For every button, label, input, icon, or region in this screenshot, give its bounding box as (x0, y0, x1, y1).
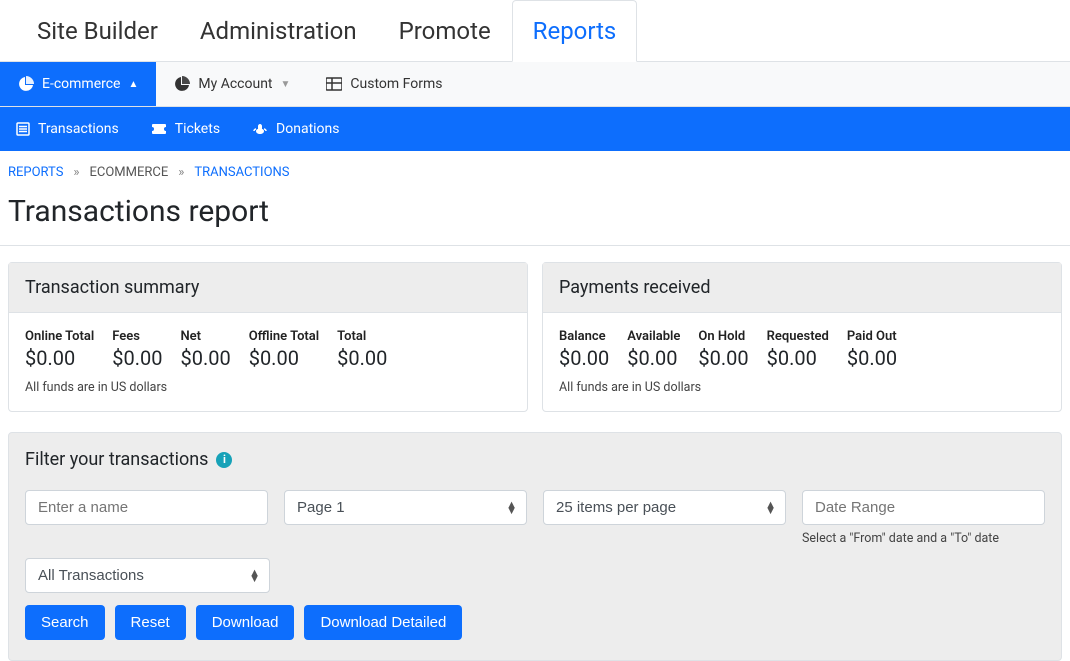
subnav2-donations[interactable]: Donations (236, 107, 355, 151)
breadcrumb: REPORTS » ECOMMERCE » TRANSACTIONS (0, 151, 1070, 188)
currency-note: All funds are in US dollars (25, 380, 511, 395)
stat-label: On Hold (698, 329, 748, 344)
payments-stats: Balance$0.00Available$0.00On Hold$0.00Re… (559, 329, 1045, 370)
stat-label: Balance (559, 329, 609, 344)
panel-title: Payments received (543, 263, 1061, 313)
download-detailed-button[interactable]: Download Detailed (304, 605, 462, 640)
currency-note: All funds are in US dollars (559, 380, 1045, 395)
pie-chart-icon (174, 76, 190, 92)
caret-down-icon: ▼ (281, 79, 291, 90)
subnav-custom-forms[interactable]: Custom Forms (308, 62, 460, 106)
stat: Online Total $0.00 (25, 329, 94, 370)
ticket-icon (151, 122, 167, 136)
hands-icon (252, 122, 268, 136)
grid-icon (326, 76, 342, 92)
summary-stats: Online Total$0.00Fees$0.00Net$0.00Offlin… (25, 329, 511, 370)
subnav2-label: Transactions (38, 121, 119, 137)
stat-value: $0.00 (698, 346, 748, 370)
date-range-input[interactable] (802, 490, 1045, 525)
list-icon (16, 122, 30, 136)
breadcrumb-separator: » (178, 165, 184, 180)
top-nav: Site Builder Administration Promote Repo… (0, 0, 1070, 62)
stat: Requested $0.00 (767, 329, 829, 370)
nav-site-builder[interactable]: Site Builder (16, 0, 179, 61)
breadcrumb-separator: » (73, 165, 79, 180)
filter-title: Filter your transactions i (9, 433, 1061, 478)
subnav-label: Custom Forms (350, 76, 442, 92)
page-select[interactable]: Page 1 (284, 490, 527, 525)
stat-value: $0.00 (112, 346, 162, 370)
nav-promote[interactable]: Promote (378, 0, 512, 61)
stat-value: $0.00 (559, 346, 609, 370)
stat-value: $0.00 (249, 346, 319, 370)
transaction-type-select[interactable]: All Transactions (25, 558, 270, 593)
nav-reports[interactable]: Reports (512, 0, 638, 62)
search-button[interactable]: Search (25, 605, 105, 640)
stat: Net $0.00 (180, 329, 230, 370)
subnav-my-account[interactable]: My Account ▼ (156, 62, 308, 106)
panel-title: Transaction summary (9, 263, 527, 313)
stat-value: $0.00 (847, 346, 897, 370)
stat: Available $0.00 (627, 329, 680, 370)
stat: On Hold $0.00 (698, 329, 748, 370)
info-icon[interactable]: i (216, 452, 232, 468)
stat-value: $0.00 (767, 346, 829, 370)
subnav-label: My Account (198, 76, 272, 92)
subnav-label: E-commerce (42, 76, 120, 92)
stat-label: Online Total (25, 329, 94, 344)
stat-label: Paid Out (847, 329, 897, 344)
download-button[interactable]: Download (196, 605, 295, 640)
caret-up-icon: ▲ (128, 79, 138, 90)
sub-nav: E-commerce ▲ My Account ▼ Custom Forms (0, 62, 1070, 107)
breadcrumb-transactions[interactable]: TRANSACTIONS (194, 165, 289, 180)
filter-panel: Filter your transactions i Page 1 ▲▼ 25 … (8, 432, 1062, 661)
filter-title-text: Filter your transactions (25, 449, 208, 470)
breadcrumb-ecommerce: ECOMMERCE (90, 165, 169, 180)
stat-label: Fees (112, 329, 162, 344)
payments-received-panel: Payments received Balance $0.00 Available $… (542, 262, 1062, 412)
date-helper-text: Select a "From" date and a "To" date (802, 531, 1045, 546)
nav-administration[interactable]: Administration (179, 0, 378, 61)
stat: Paid Out $0.00 (847, 329, 897, 370)
stat: Fees $0.00 (112, 329, 162, 370)
per-page-select[interactable]: 25 items per page (543, 490, 786, 525)
subnav2-label: Tickets (175, 121, 220, 137)
pie-chart-icon (18, 76, 34, 92)
stat: Balance $0.00 (559, 329, 609, 370)
page-title: Transactions report (0, 188, 1070, 246)
subnav2-label: Donations (276, 121, 339, 137)
reset-button[interactable]: Reset (115, 605, 186, 640)
sub-nav-secondary: Transactions Tickets Donations (0, 107, 1070, 151)
stat-label: Available (627, 329, 680, 344)
stat: Total $0.00 (337, 329, 387, 370)
stat-value: $0.00 (337, 346, 387, 370)
subnav-ecommerce[interactable]: E-commerce ▲ (0, 62, 156, 106)
name-input[interactable] (25, 490, 268, 525)
stat-label: Requested (767, 329, 829, 344)
stat-label: Offline Total (249, 329, 319, 344)
stat-label: Net (180, 329, 230, 344)
stat-value: $0.00 (25, 346, 94, 370)
breadcrumb-reports[interactable]: REPORTS (8, 165, 63, 180)
stat: Offline Total $0.00 (249, 329, 319, 370)
subnav2-transactions[interactable]: Transactions (0, 107, 135, 151)
stat-value: $0.00 (627, 346, 680, 370)
transaction-summary-panel: Transaction summary Online Total$0.00Fee… (8, 262, 528, 412)
stat-value: $0.00 (180, 346, 230, 370)
subnav2-tickets[interactable]: Tickets (135, 107, 236, 151)
stat-label: Total (337, 329, 387, 344)
